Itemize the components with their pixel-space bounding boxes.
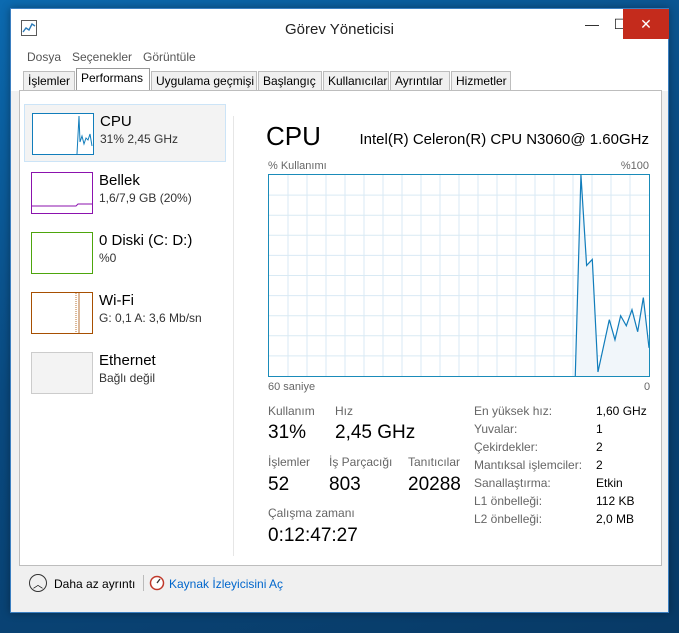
chevron-up-icon[interactable]: ︿	[29, 574, 47, 592]
open-resource-monitor-link[interactable]: Kaynak İzleyicisini Aç	[169, 577, 283, 591]
tab-processes[interactable]: İşlemler	[23, 71, 75, 91]
performance-panel: CPU 31% 2,45 GHz Bellek 1,6/7,9 GB (20%)…	[19, 90, 662, 566]
sidebar-item-sub: Bağlı değil	[99, 371, 156, 385]
uptime-label: Çalışma zamanı	[268, 506, 355, 520]
sidebar-item-cpu[interactable]: CPU 31% 2,45 GHz	[24, 104, 226, 162]
tab-services[interactable]: Hizmetler	[451, 71, 511, 91]
tab-performance[interactable]: Performans	[76, 68, 150, 92]
uptime-value: 0:12:47:27	[268, 525, 358, 546]
spec-value: 2,0 MB	[596, 512, 635, 526]
graph-label: % Kullanımı	[268, 160, 327, 172]
handles-label: Tanıtıcılar	[408, 455, 461, 469]
tab-users[interactable]: Kullanıcılar	[323, 71, 389, 91]
spec-value: 2	[596, 458, 603, 472]
task-manager-window: Görev Yöneticisi — ☐ ✕ Dosya Seçenekler …	[10, 8, 669, 613]
tab-startup[interactable]: Başlangıç	[258, 71, 322, 91]
usage-value: 31%	[268, 422, 307, 443]
sidebar-item-sub: 31% 2,45 GHz	[100, 132, 179, 146]
sidebar-item-memory[interactable]: Bellek 1,6/7,9 GB (20%)	[24, 164, 226, 222]
sidebar-item-disk[interactable]: 0 Diski (C: D:) %0	[24, 224, 226, 282]
sidebar-item-sub: %0	[99, 251, 117, 265]
threads-label: İş Parçacığı	[329, 455, 393, 469]
menu-options[interactable]: Seçenekler	[72, 50, 132, 64]
page-title: CPU	[266, 121, 321, 151]
speed-value: 2,45 GHz	[335, 422, 416, 443]
sidebar-item-label: Bellek	[99, 172, 140, 189]
spec-value: 2	[596, 440, 603, 454]
footer-separator	[143, 575, 144, 591]
spec-label: Çekirdekler:	[474, 440, 539, 454]
sidebar-item-label: Ethernet	[99, 352, 156, 369]
spec-label: Mantıksal işlemciler:	[474, 458, 583, 472]
sidebar-item-wifi[interactable]: Wi-Fi G: 0,1 A: 3,6 Mb/sn	[24, 284, 226, 342]
graph-max-label: %100	[620, 160, 649, 172]
spec-label: Yuvalar:	[474, 422, 518, 436]
disk-thumbnail	[31, 232, 93, 274]
spec-value: Etkin	[596, 476, 623, 490]
handles-value: 20288	[408, 474, 461, 495]
sidebar-item-ethernet[interactable]: Ethernet Bağlı değil	[24, 344, 226, 402]
processes-label: İşlemler	[268, 455, 311, 469]
sidebar-item-sub: G: 0,1 A: 3,6 Mb/sn	[99, 311, 202, 325]
speed-label: Hız	[335, 404, 353, 418]
sidebar-item-label: CPU	[100, 113, 132, 130]
spec-value: 1	[596, 422, 603, 436]
menu-view[interactable]: Görüntüle	[143, 50, 196, 64]
spec-label: L1 önbelleği:	[474, 494, 543, 508]
usage-label: Kullanım	[268, 404, 315, 418]
spec-value: 112 KB	[596, 494, 635, 508]
close-button[interactable]: ✕	[623, 9, 669, 39]
processes-value: 52	[268, 474, 290, 495]
sidebar-item-label: Wi-Fi	[99, 292, 134, 309]
spec-label: En yüksek hız:	[474, 404, 553, 418]
cpu-thumbnail	[32, 113, 94, 155]
panel-divider	[233, 116, 234, 556]
spec-label: L2 önbelleği:	[474, 512, 543, 526]
spec-label: Sanallaştırma:	[474, 476, 551, 490]
fewer-details-button[interactable]: Daha az ayrıntı	[54, 577, 135, 591]
sidebar-item-sub: 1,6/7,9 GB (20%)	[99, 191, 192, 205]
menu-bar: Dosya Seçenekler Görüntüle	[11, 47, 668, 67]
tab-strip: İşlemler Performans Uygulama geçmişi Baş…	[11, 67, 668, 92]
footer-bar: ︿ Daha az ayrıntı Kaynak İzleyicisini Aç	[11, 566, 668, 614]
graph-axis-zero: 0	[644, 381, 651, 393]
tab-app-history[interactable]: Uygulama geçmişi	[151, 71, 257, 91]
resource-monitor-icon	[149, 575, 165, 591]
cpu-model-name: Intel(R) Celeron(R) CPU N3060@ 1.60GHz	[359, 131, 650, 148]
cpu-usage-graph	[268, 174, 650, 377]
ethernet-thumbnail	[31, 352, 93, 394]
wifi-thumbnail	[31, 292, 93, 334]
graph-axis-time: 60 saniye	[268, 381, 316, 393]
memory-thumbnail	[31, 172, 93, 214]
threads-value: 803	[329, 474, 361, 495]
title-bar: Görev Yöneticisi — ☐ ✕	[11, 9, 669, 47]
menu-file[interactable]: Dosya	[27, 50, 61, 64]
spec-value: 1,60 GHz	[596, 404, 647, 418]
sidebar-item-label: 0 Diski (C: D:)	[99, 232, 193, 249]
tab-details[interactable]: Ayrıntılar	[390, 71, 450, 91]
